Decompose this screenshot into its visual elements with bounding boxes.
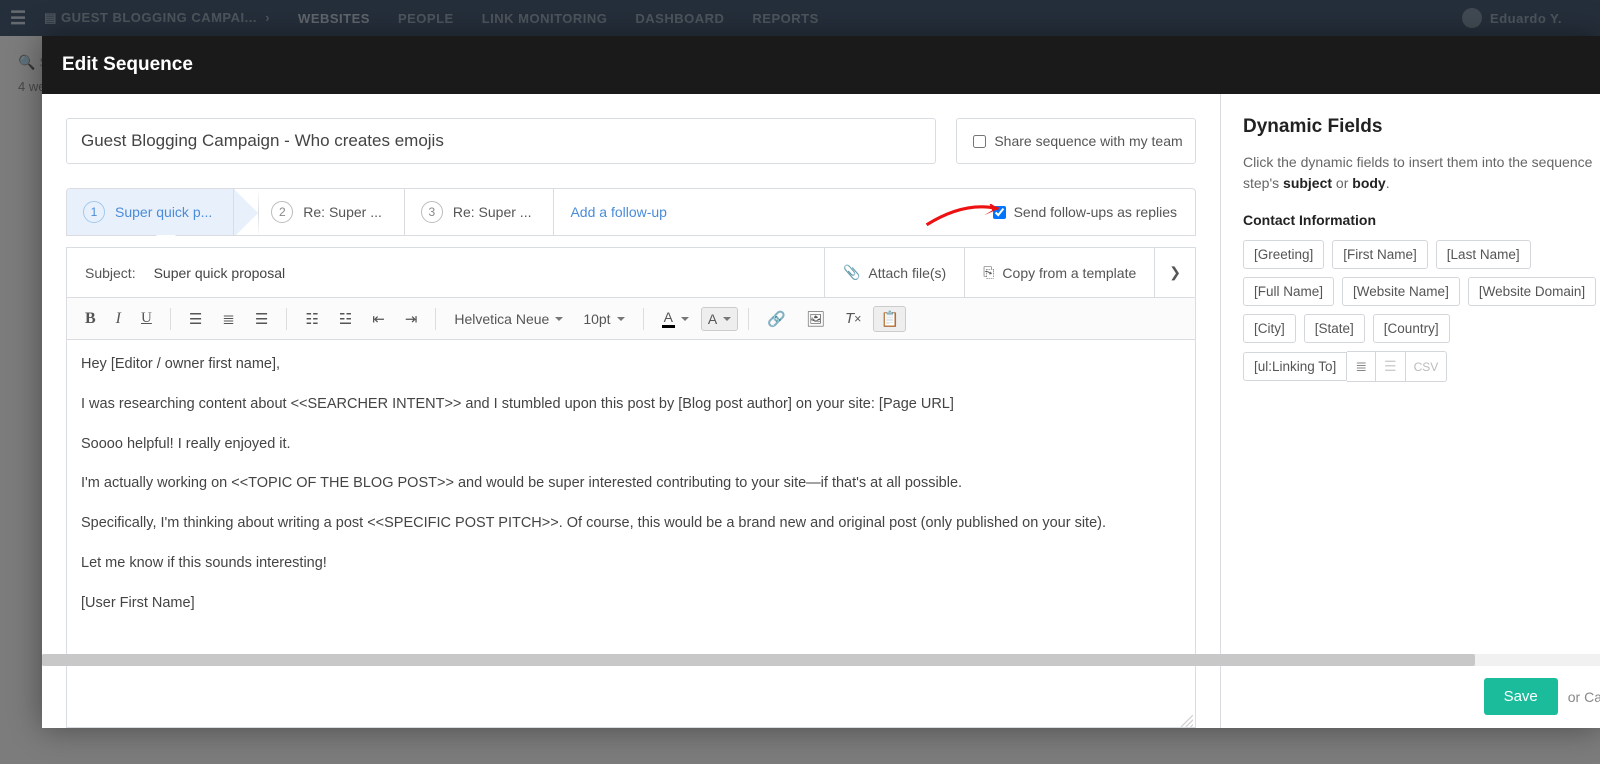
email-body-editor[interactable]: Hey [Editor / owner first name], I was r…: [66, 339, 1196, 728]
bold-button[interactable]: B: [77, 305, 104, 333]
copy-from-template-button[interactable]: ⎘ Copy from a template: [964, 248, 1154, 297]
body-line: Hey [Editor / owner first name],: [81, 354, 1181, 376]
field-last-name[interactable]: [Last Name]: [1436, 240, 1531, 269]
font-size-dropdown[interactable]: 10pt: [575, 306, 632, 332]
indent-button[interactable]: ⇥: [397, 305, 426, 333]
step-2[interactable]: 2 Re: Super ...: [235, 189, 405, 235]
step-3-number: 3: [421, 201, 443, 223]
subject-row: Subject: Super quick proposal 📎 Attach f…: [66, 247, 1196, 297]
italic-button[interactable]: I: [108, 305, 129, 333]
step-2-label: Re: Super ...: [303, 204, 382, 220]
cancel-link[interactable]: or Ca: [1568, 689, 1600, 705]
step-2-number: 2: [271, 201, 293, 223]
unordered-list-button[interactable]: ☳: [331, 305, 360, 333]
body-line: I was researching content about <<SEARCH…: [81, 394, 1181, 416]
field-state[interactable]: [State]: [1304, 314, 1365, 343]
sequence-steps: 1 Super quick p... 2 Re: Super ... 3 Re:…: [66, 188, 1196, 236]
editor-toolbar: B I U ☰ ≣ ☰ ☷ ☳ ⇤ ⇥ Helvetica Neue 10pt …: [66, 297, 1196, 339]
subject-input[interactable]: Super quick proposal: [154, 265, 824, 281]
side-panel-scrollbar[interactable]: ◀: [1220, 654, 1600, 666]
template-dropdown-toggle[interactable]: ❯: [1154, 248, 1195, 297]
image-button[interactable]: 🖼: [798, 305, 833, 333]
edit-sequence-modal: Edit Sequence Share sequence with my tea…: [42, 36, 1600, 728]
linking-to-list-icon[interactable]: ≣: [1347, 351, 1376, 382]
field-country[interactable]: [Country]: [1373, 314, 1450, 343]
share-sequence-toggle[interactable]: Share sequence with my team: [956, 118, 1196, 164]
step-1-label: Super quick p...: [115, 204, 212, 220]
modal-footer: Save or Ca: [1221, 664, 1600, 728]
template-icon: ⎘: [983, 264, 994, 281]
font-family-dropdown[interactable]: Helvetica Neue: [446, 306, 571, 332]
body-line: Soooo helpful! I really enjoyed it.: [81, 434, 1181, 456]
underline-button[interactable]: U: [133, 305, 160, 332]
align-center-button[interactable]: ≣: [214, 305, 243, 333]
modal-title: Edit Sequence: [42, 36, 1600, 94]
add-followup-label: Add a follow-up: [570, 204, 667, 220]
contact-info-heading: Contact Information: [1243, 212, 1600, 228]
step-3-label: Re: Super ...: [453, 204, 532, 220]
scrollbar-thumb[interactable]: [1220, 654, 1475, 666]
attach-files-button[interactable]: 📎 Attach file(s): [824, 248, 964, 297]
dynamic-fields-title: Dynamic Fields: [1243, 116, 1600, 138]
step-3[interactable]: 3 Re: Super ...: [405, 189, 555, 235]
sequence-name-input[interactable]: [66, 118, 936, 164]
resize-handle[interactable]: [1181, 713, 1193, 725]
field-full-name[interactable]: [Full Name]: [1243, 277, 1334, 306]
align-left-button[interactable]: ☰: [181, 305, 210, 333]
highlight-color-button[interactable]: A: [701, 307, 738, 331]
add-followup-button[interactable]: Add a follow-up: [554, 189, 689, 235]
dynamic-fields-hint: Click the dynamic fields to insert them …: [1243, 152, 1600, 194]
linking-to-csv-button[interactable]: CSV: [1406, 351, 1448, 382]
field-website-domain[interactable]: [Website Domain]: [1468, 277, 1596, 306]
share-sequence-checkbox[interactable]: [973, 135, 986, 148]
field-greeting[interactable]: [Greeting]: [1243, 240, 1324, 269]
ordered-list-button[interactable]: ☷: [297, 305, 326, 333]
clear-format-button[interactable]: T×: [837, 305, 869, 332]
save-button[interactable]: Save: [1484, 678, 1558, 715]
field-website-name[interactable]: [Website Name]: [1342, 277, 1460, 306]
field-linking-to[interactable]: [ul:Linking To]: [1243, 352, 1347, 381]
body-line: Specifically, I'm thinking about writing…: [81, 513, 1181, 535]
share-sequence-label: Share sequence with my team: [994, 133, 1182, 149]
step-1-number: 1: [83, 201, 105, 223]
body-line: [User First Name]: [81, 593, 1181, 615]
paperclip-icon: 📎: [843, 264, 860, 281]
step-1[interactable]: 1 Super quick p...: [67, 189, 235, 235]
align-right-button[interactable]: ☰: [247, 305, 276, 333]
copy-from-template-label: Copy from a template: [1002, 265, 1136, 281]
outdent-button[interactable]: ⇤: [364, 305, 393, 333]
subject-label: Subject:: [67, 265, 154, 281]
body-line: Let me know if this sounds interesting!: [81, 553, 1181, 575]
dynamic-fields-panel: Dynamic Fields Click the dynamic fields …: [1220, 94, 1600, 728]
link-button[interactable]: 🔗: [759, 305, 794, 333]
field-city[interactable]: [City]: [1243, 314, 1296, 343]
chevron-right-icon: ❯: [1169, 264, 1181, 281]
field-first-name[interactable]: [First Name]: [1332, 240, 1428, 269]
send-as-replies-checkbox[interactable]: [993, 206, 1006, 219]
linking-to-numbered-icon[interactable]: ☰: [1376, 351, 1406, 382]
send-as-replies-label: Send follow-ups as replies: [1014, 204, 1177, 220]
attach-files-label: Attach file(s): [868, 265, 946, 281]
text-color-button[interactable]: A: [654, 304, 697, 333]
body-line: I'm actually working on <<TOPIC OF THE B…: [81, 473, 1181, 495]
paste-button[interactable]: 📋: [873, 306, 906, 332]
